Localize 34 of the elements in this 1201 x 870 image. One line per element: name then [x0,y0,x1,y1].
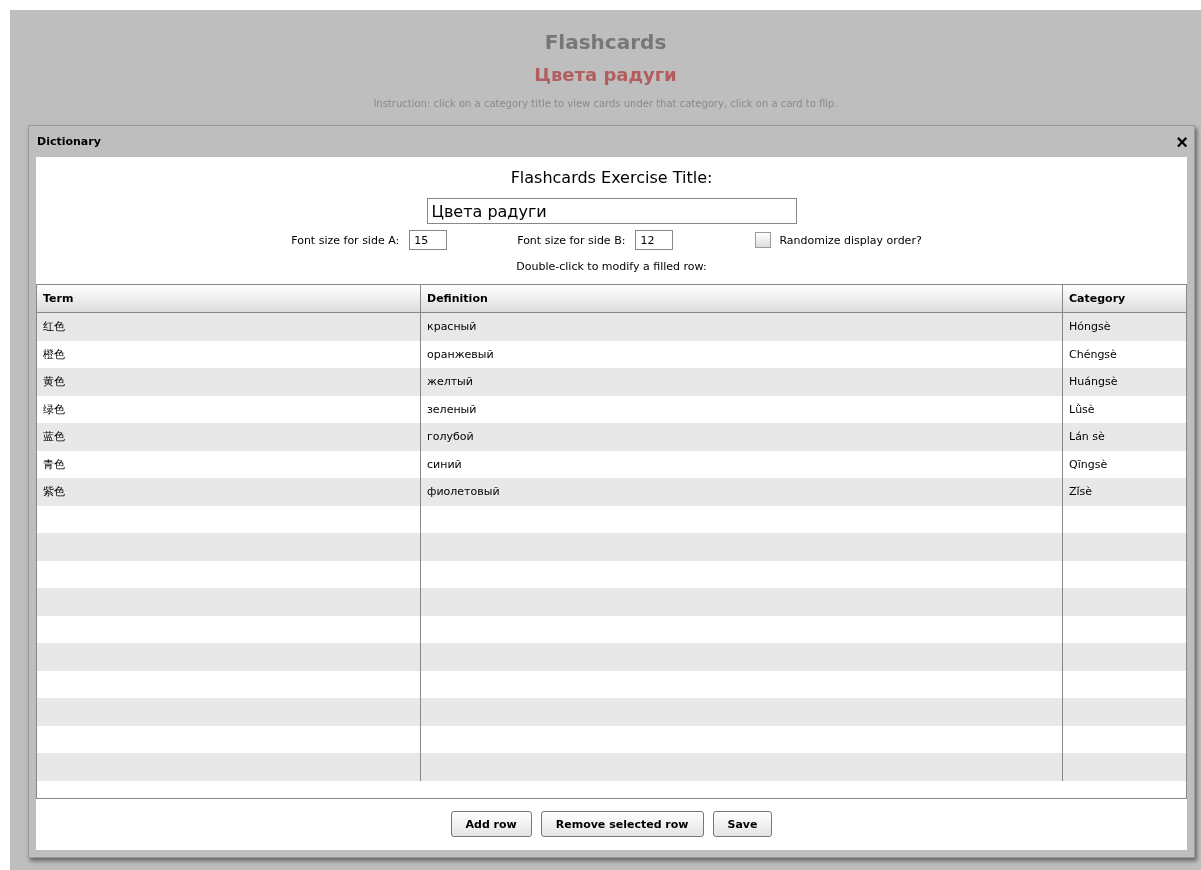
table-cell-text: Qīngsè [1068,456,1109,473]
hint-text: Double-click to modify a filled row: [516,260,707,273]
table-cell: 黄色 [37,368,421,396]
action-button[interactable]: Save [712,811,773,837]
table-cell-text: Chéngsè [1068,346,1118,363]
column-header[interactable]: Category [1063,285,1186,312]
table-cell: голубой [421,423,1063,451]
table-cell-text: Lán sè [1068,429,1106,446]
table-cell-text: Lǜsè [1068,401,1096,418]
action-button[interactable]: Add row [450,811,532,837]
table-cell-text: Zǐsè [1068,484,1094,501]
page-title: Flashcards [544,30,667,54]
page-subtitle: Цвета радуги [534,64,677,85]
field-label: Font size for side B: [517,233,626,247]
table-cell: желтый [421,368,1063,396]
checkbox[interactable] [755,232,772,248]
font-size-input[interactable]: 12 [635,230,674,250]
checkbox-label: Randomize display order? [779,233,922,247]
table-cell: 红色 [37,313,421,341]
column-header[interactable]: Term [37,285,421,312]
table-cell: фиолетовый [421,478,1063,506]
table-cell: 紫色 [37,478,421,506]
field-label: Font size for side A: [291,233,400,247]
table-cell: красный [421,313,1063,341]
close-button[interactable]: × [1174,131,1190,152]
title-input[interactable]: Цвета радуги [426,198,797,224]
column-header[interactable]: Definition [421,285,1063,312]
table-cell-text: Hóngsè [1068,319,1112,336]
action-button[interactable]: Remove selected row [540,811,704,837]
table-cell: 蓝色 [37,423,421,451]
font-size-input[interactable]: 15 [409,230,448,250]
table-cell-text: Huángsè [1068,374,1119,391]
form-heading: Flashcards Exercise Title: [510,168,713,187]
dialog-title: Dictionary [37,135,101,148]
